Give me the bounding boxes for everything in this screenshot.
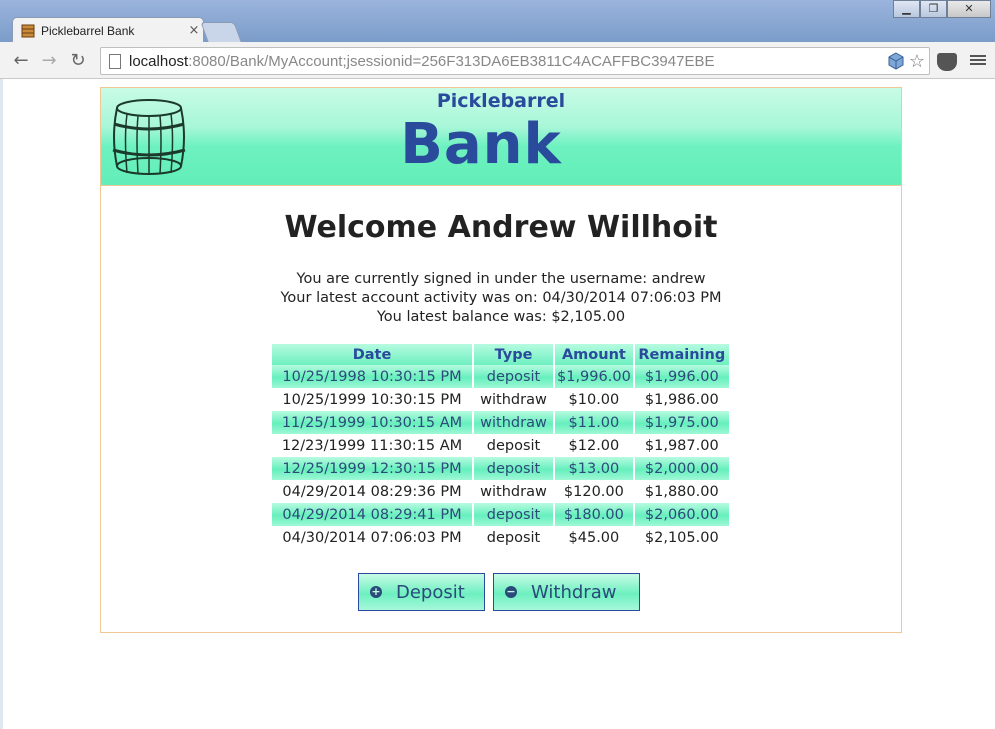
- browser-tab[interactable]: Picklebarrel Bank ×: [12, 17, 204, 43]
- cell-date: 10/25/1998 10:30:15 PM: [272, 365, 472, 388]
- restore-button[interactable]: ❐: [920, 0, 947, 18]
- balance-line: You latest balance was: $2,105.00: [376, 309, 626, 325]
- withdraw-button-label: Withdraw: [531, 581, 617, 603]
- close-window-button[interactable]: ✕: [947, 0, 991, 18]
- cell-remaining: $2,000.00: [634, 457, 729, 480]
- table-row: 04/30/2014 07:06:03 PM deposit $45.00 $2…: [272, 526, 729, 549]
- window-controls: ▁ ❐ ✕: [893, 0, 991, 18]
- cell-type: deposit: [474, 365, 553, 388]
- url-path: :8080/Bank/MyAccount;jsessionid=256F313D…: [188, 52, 715, 70]
- cell-amount: $11.00: [555, 411, 633, 434]
- cell-date: 11/25/1999 10:30:15 AM: [272, 411, 472, 434]
- cell-type: withdraw: [480, 391, 547, 408]
- deposit-button-label: Deposit: [396, 581, 465, 603]
- cell-amount: $120.00: [563, 483, 624, 500]
- cell-type: deposit: [486, 437, 541, 454]
- header-amount: Amount: [555, 344, 633, 365]
- table-row: 04/29/2014 08:29:41 PM deposit $180.00 $…: [272, 503, 729, 526]
- menu-icon[interactable]: [970, 53, 986, 69]
- page-icon: [109, 53, 121, 69]
- cell-type: deposit: [474, 503, 553, 526]
- header-type: Type: [474, 344, 553, 365]
- cell-remaining: $1,880.00: [644, 483, 719, 500]
- forward-icon[interactable]: →: [38, 50, 60, 72]
- address-bar[interactable]: localhost:8080/Bank/MyAccount;jsessionid…: [100, 47, 930, 75]
- cell-remaining: $1,996.00: [634, 365, 729, 388]
- cell-remaining: $2,060.00: [634, 503, 729, 526]
- bank-page: Picklebarrel Bank Welcome Andrew Willhoi…: [100, 87, 902, 633]
- minus-circle-icon: −: [505, 585, 517, 598]
- cell-remaining: $1,987.00: [644, 437, 719, 454]
- bank-banner: Picklebarrel Bank: [101, 88, 901, 186]
- username-line: You are currently signed in under the us…: [296, 271, 706, 287]
- table-row: 04/29/2014 08:29:36 PM withdraw $120.00 …: [272, 480, 729, 503]
- bookmark-star-icon[interactable]: ☆: [909, 51, 925, 72]
- deposit-button[interactable]: + Deposit: [358, 573, 485, 611]
- brand-big-title: Bank: [400, 112, 562, 177]
- last-activity-line: Your latest account activity was on: 04/…: [280, 290, 722, 306]
- browser-toolbar: ← → ↻ localhost:8080/Bank/MyAccount;jses…: [0, 42, 995, 79]
- cell-remaining: $2,105.00: [644, 529, 719, 546]
- cell-date: 12/25/1999 12:30:15 PM: [272, 457, 472, 480]
- extension-cube-icon[interactable]: [887, 52, 905, 70]
- cell-amount: $12.00: [568, 437, 620, 454]
- cell-type: deposit: [474, 457, 553, 480]
- back-icon[interactable]: ←: [10, 50, 32, 72]
- cell-type: deposit: [486, 529, 541, 546]
- cell-date: 04/29/2014 08:29:36 PM: [282, 483, 462, 500]
- cell-amount: $45.00: [568, 529, 620, 546]
- cell-type: withdraw: [480, 483, 547, 500]
- transactions-table: Date Type Amount Remaining 10/25/1998 10…: [270, 344, 731, 549]
- cell-date: 04/29/2014 08:29:41 PM: [272, 503, 472, 526]
- withdraw-button[interactable]: − Withdraw: [493, 573, 640, 611]
- cell-amount: $13.00: [555, 457, 633, 480]
- page-title: Welcome Andrew Willhoit: [284, 210, 718, 245]
- browser-titlebar: Picklebarrel Bank × ▁ ❐ ✕: [0, 0, 995, 43]
- cell-type: withdraw: [474, 411, 553, 434]
- table-row: 10/25/1999 10:30:15 PM withdraw $10.00 $…: [272, 388, 729, 411]
- reload-icon[interactable]: ↻: [67, 50, 89, 72]
- header-date: Date: [272, 344, 472, 365]
- header-remaining: Remaining: [634, 344, 729, 365]
- cell-amount: $1,996.00: [555, 365, 633, 388]
- cell-date: 10/25/1999 10:30:15 PM: [282, 391, 462, 408]
- url-host: localhost: [129, 52, 189, 70]
- pocket-icon[interactable]: [937, 53, 957, 71]
- table-row: 10/25/1998 10:30:15 PM deposit $1,996.00…: [272, 365, 729, 388]
- cell-date: 12/23/1999 11:30:15 AM: [281, 437, 463, 454]
- new-tab-button[interactable]: [200, 22, 242, 42]
- account-info: You are currently signed in under the us…: [101, 270, 901, 327]
- cell-amount: $180.00: [555, 503, 633, 526]
- table-row: 12/23/1999 11:30:15 AM deposit $12.00 $1…: [272, 434, 729, 457]
- url-text[interactable]: localhost:8080/Bank/MyAccount;jsessionid…: [129, 53, 887, 70]
- table-row: 12/25/1999 12:30:15 PM deposit $13.00 $2…: [272, 457, 729, 480]
- cell-remaining: $1,986.00: [644, 391, 719, 408]
- window-left-edge: [0, 79, 3, 729]
- table-header-row: Date Type Amount Remaining: [272, 344, 729, 365]
- cell-date: 04/30/2014 07:06:03 PM: [282, 529, 462, 546]
- plus-circle-icon: +: [370, 585, 382, 598]
- minimize-button[interactable]: ▁: [893, 0, 920, 18]
- tab-title: Picklebarrel Bank: [41, 23, 135, 38]
- brand-small-title: Picklebarrel: [436, 90, 566, 112]
- barrel-favicon-icon: [21, 24, 35, 37]
- cell-amount: $10.00: [568, 391, 620, 408]
- cell-remaining: $1,975.00: [634, 411, 729, 434]
- tab-close-icon[interactable]: ×: [185, 23, 203, 38]
- table-row: 11/25/1999 10:30:15 AM withdraw $11.00 $…: [272, 411, 729, 434]
